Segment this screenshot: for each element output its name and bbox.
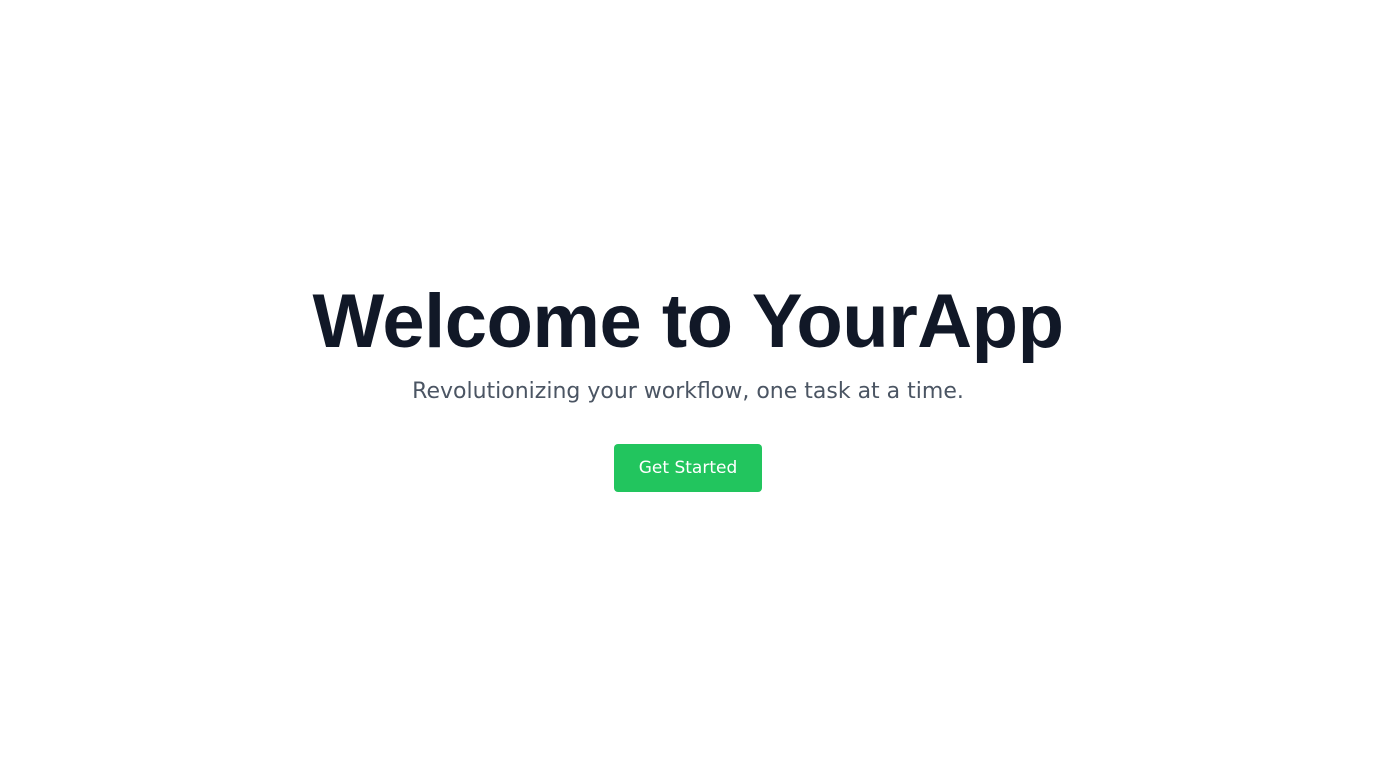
- landing-page: Welcome to YourApp Revolutionizing your …: [0, 0, 1376, 768]
- hero-subtitle: Revolutionizing your workflow, one task …: [412, 379, 964, 404]
- cta-container: Get Started: [0, 444, 1376, 492]
- hero-section: Welcome to YourApp Revolutionizing your …: [0, 276, 1376, 492]
- hero-title: Welcome to YourApp: [312, 279, 1064, 364]
- get-started-button[interactable]: Get Started: [614, 444, 762, 492]
